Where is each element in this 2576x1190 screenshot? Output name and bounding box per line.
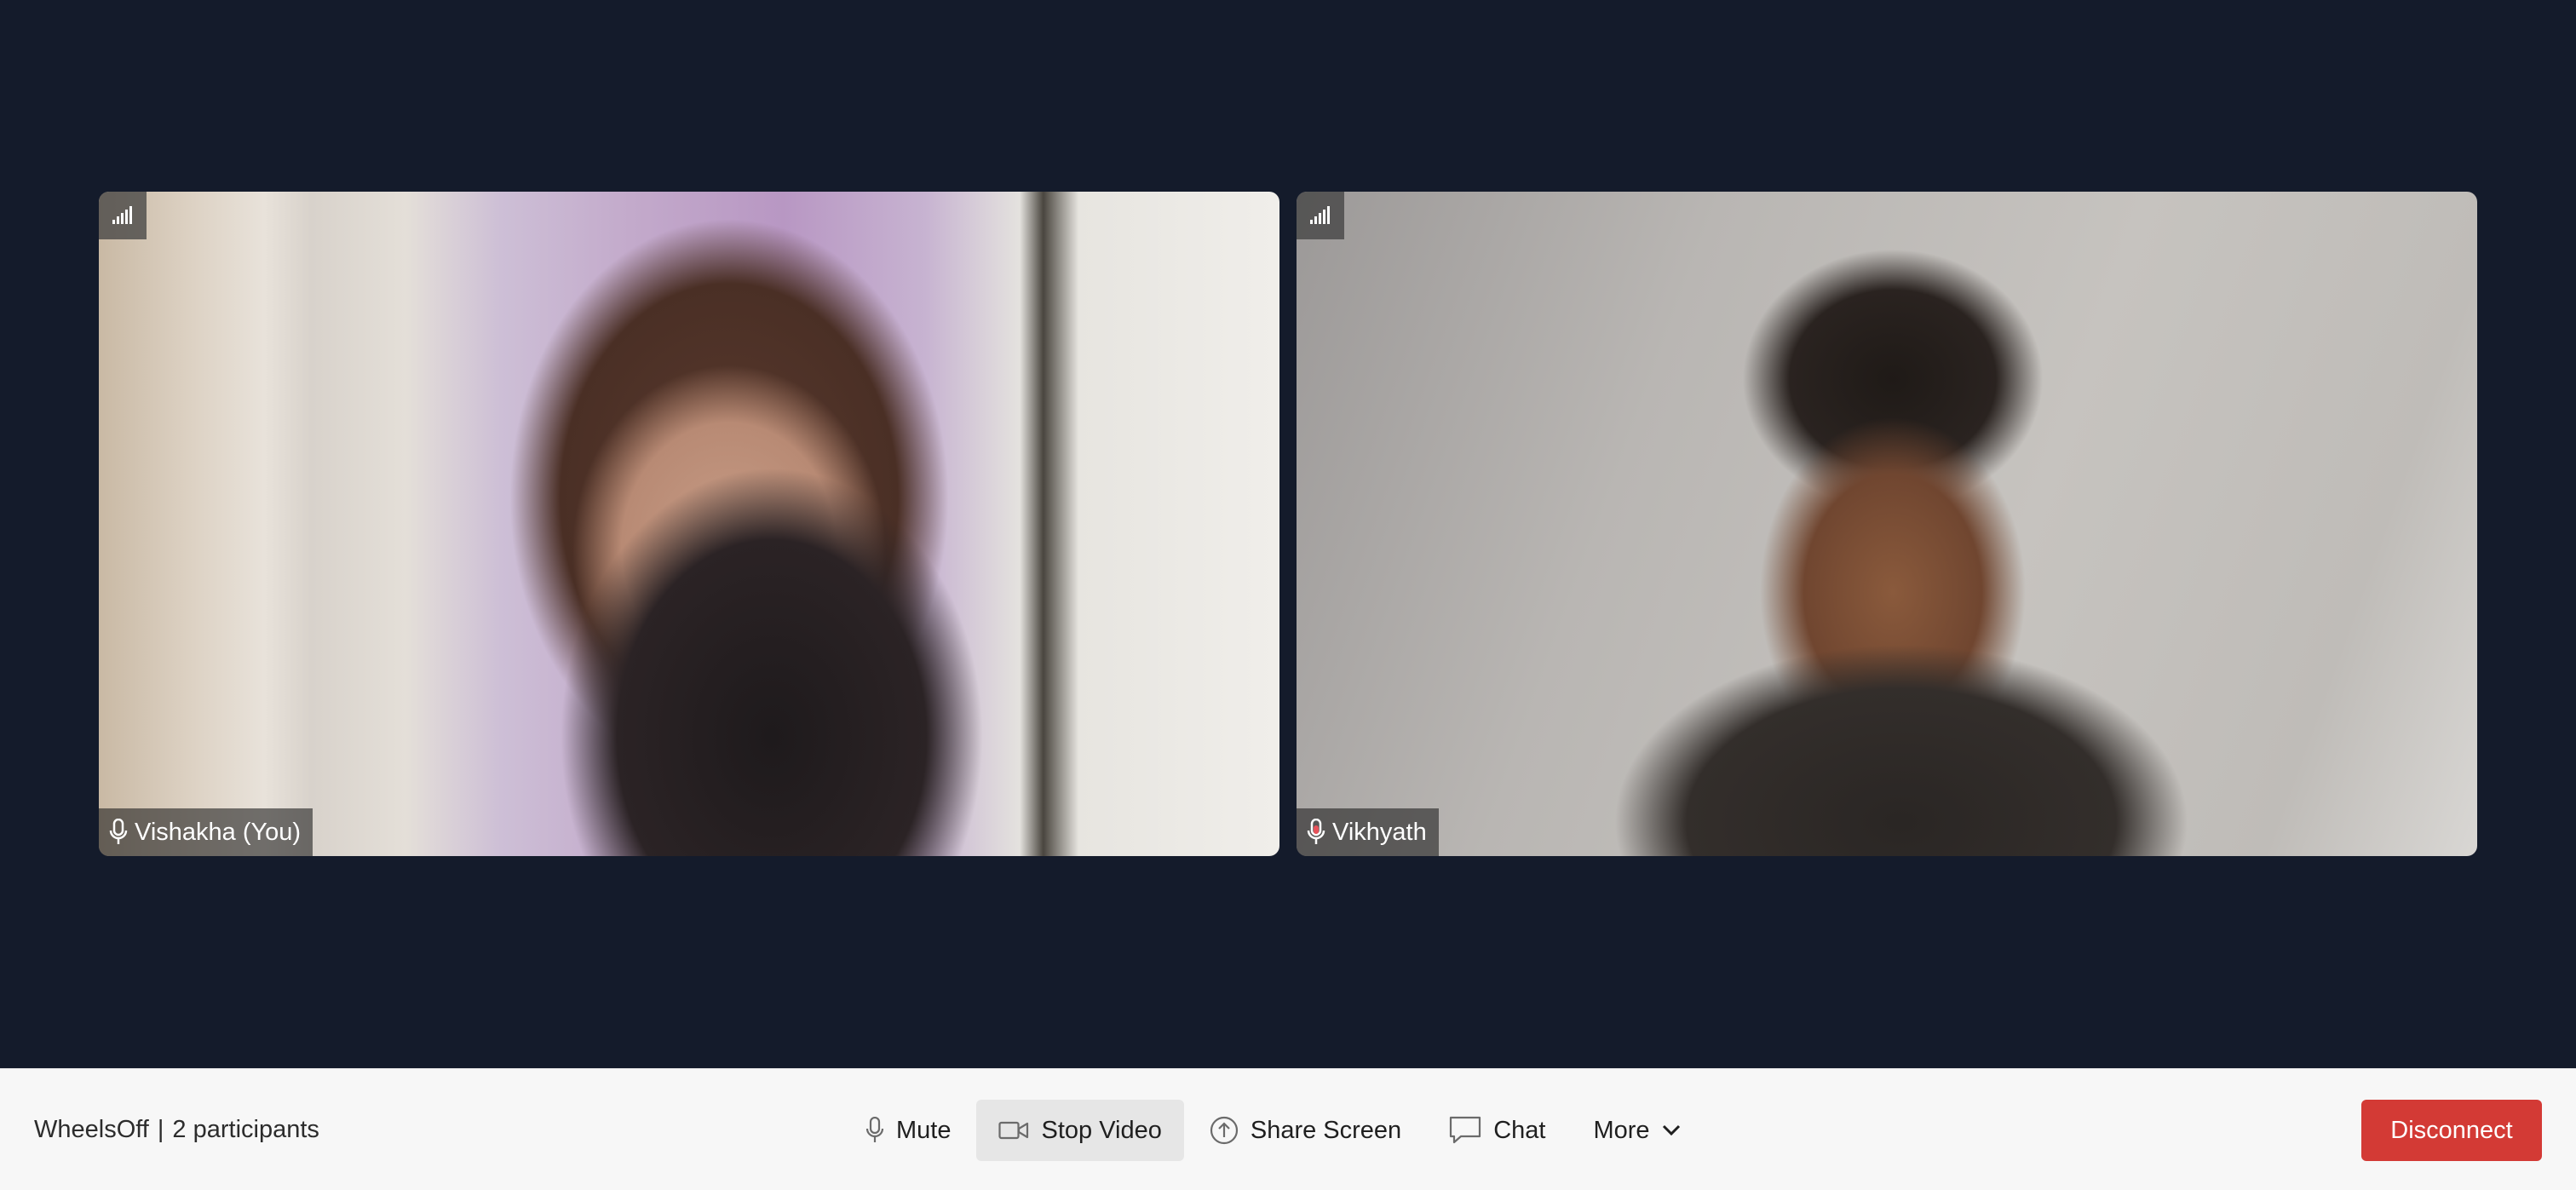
signal-bars-icon[interactable] bbox=[99, 192, 147, 239]
call-toolbar: WheelsOff | 2 participants Mute Stop Vid… bbox=[0, 1068, 2576, 1190]
call-controls: Mute Stop Video Share Screen Chat More bbox=[843, 1100, 1703, 1161]
more-menu-button[interactable]: More bbox=[1571, 1100, 1702, 1161]
stop-video-label: Stop Video bbox=[1041, 1116, 1162, 1144]
chat-button[interactable]: Chat bbox=[1427, 1100, 1567, 1161]
participant-nameplate: Vikhyath bbox=[1297, 808, 1439, 856]
info-separator: | bbox=[157, 1115, 164, 1143]
stop-video-button[interactable]: Stop Video bbox=[976, 1100, 1184, 1161]
meeting-info: WheelsOff | 2 participants bbox=[34, 1069, 319, 1190]
participant-name: Vishakha (You) bbox=[135, 818, 302, 846]
video-camera-icon bbox=[998, 1120, 1029, 1141]
disconnect-button[interactable]: Disconnect bbox=[2361, 1100, 2542, 1161]
upload-arrow-icon bbox=[1210, 1116, 1239, 1145]
signal-bars-icon[interactable] bbox=[1297, 192, 1344, 239]
video-stage: Vishakha (You) Vikhyath bbox=[0, 0, 2576, 1068]
mic-icon bbox=[1307, 819, 1325, 846]
participant-count: 2 participants bbox=[172, 1115, 319, 1143]
mute-label: Mute bbox=[896, 1116, 952, 1144]
participant-nameplate: Vishakha (You) bbox=[99, 808, 313, 856]
participant-name: Vikhyath bbox=[1332, 818, 1427, 846]
participant-tile-vikhyath[interactable]: Vikhyath bbox=[1297, 192, 2477, 856]
room-name: WheelsOff bbox=[34, 1115, 149, 1143]
chat-bubble-icon bbox=[1449, 1116, 1481, 1145]
mute-button[interactable]: Mute bbox=[843, 1100, 973, 1161]
chat-label: Chat bbox=[1493, 1116, 1546, 1144]
share-screen-button[interactable]: Share Screen bbox=[1187, 1100, 1423, 1161]
more-label: More bbox=[1593, 1116, 1650, 1144]
chevron-down-icon bbox=[1662, 1124, 1681, 1136]
participant-tile-vishakha[interactable]: Vishakha (You) bbox=[99, 192, 1279, 856]
mic-icon bbox=[865, 1117, 884, 1144]
mic-icon bbox=[109, 819, 128, 846]
share-screen-label: Share Screen bbox=[1250, 1116, 1402, 1144]
